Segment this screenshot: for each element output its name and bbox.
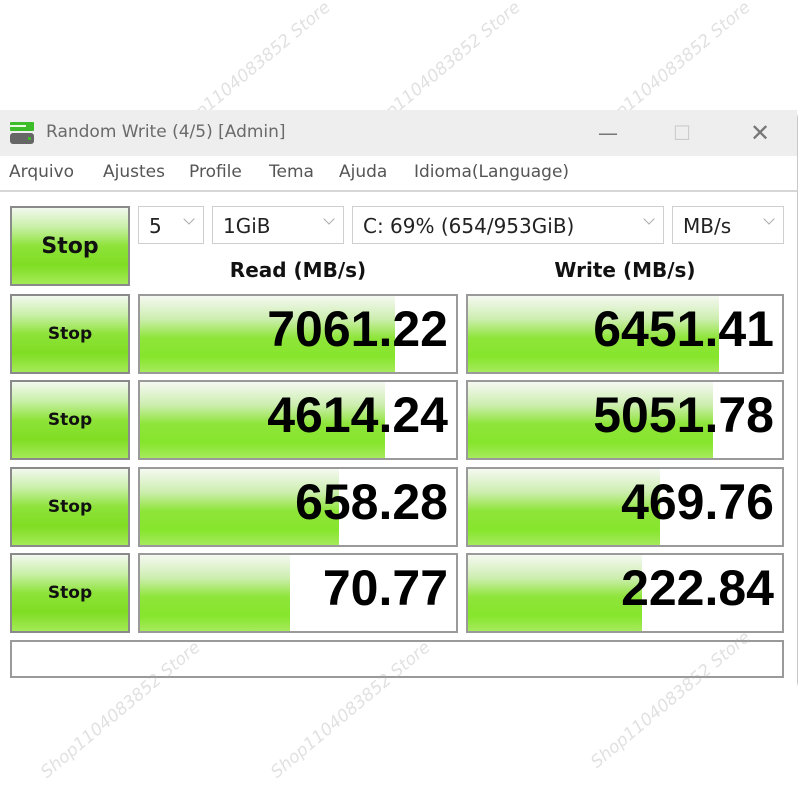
stop-row-button[interactable]: Stop	[10, 553, 130, 633]
read-result-meter: 7061.22	[138, 294, 458, 374]
stop-row-button[interactable]: Stop	[10, 467, 130, 547]
menu-profile[interactable]: Profile	[189, 162, 242, 182]
stop-row-button[interactable]: Stop	[10, 294, 130, 374]
chevron-down-icon	[325, 215, 335, 225]
chevron-down-icon	[185, 215, 195, 225]
write-value: 6451.41	[593, 301, 774, 357]
menu-arquivo[interactable]: Arquivo	[9, 162, 74, 182]
read-result-meter: 658.28	[138, 467, 458, 547]
status-bar	[10, 640, 784, 678]
menu-idioma[interactable]: Idioma(Language)	[414, 162, 569, 182]
minimize-button[interactable]: —	[586, 118, 630, 148]
read-result-meter: 70.77	[138, 553, 458, 633]
unit-value: MB/s	[683, 214, 732, 238]
menu-ajustes[interactable]: Ajustes	[103, 162, 165, 182]
read-result-meter: 4614.24	[138, 380, 458, 460]
write-value: 222.84	[621, 560, 774, 616]
write-progress-fill	[468, 555, 643, 631]
close-button[interactable]: ✕	[738, 118, 782, 148]
benchmark-panel: Stop 5 1GiB C: 69% (654/953GiB) MB/s Rea…	[0, 192, 797, 690]
read-header: Read (MB/s)	[229, 258, 367, 282]
unit-select[interactable]: MB/s	[672, 206, 784, 244]
write-result-meter: 5051.78	[466, 380, 784, 460]
test-size-value: 1GiB	[223, 214, 271, 238]
write-result-meter: 469.76	[466, 467, 784, 547]
read-value: 4614.24	[267, 387, 448, 443]
app-window: Random Write (4/5) [Admin] — ☐ ✕ Arquivo…	[0, 110, 798, 690]
write-header: Write (MB/s)	[554, 258, 696, 282]
test-count-value: 5	[149, 214, 162, 238]
read-progress-fill	[140, 555, 291, 631]
write-value: 469.76	[621, 474, 774, 530]
drive-select[interactable]: C: 69% (654/953GiB)	[352, 206, 664, 244]
chevron-down-icon	[765, 215, 775, 225]
menu-tema[interactable]: Tema	[269, 162, 314, 182]
chevron-down-icon	[645, 215, 655, 225]
menu-bar: Arquivo Ajustes Profile Tema Ajuda Idiom…	[0, 156, 797, 192]
stop-row-button[interactable]: Stop	[10, 380, 130, 460]
title-bar: Random Write (4/5) [Admin] — ☐ ✕	[0, 110, 797, 156]
window-title: Random Write (4/5) [Admin]	[46, 122, 286, 142]
test-count-select[interactable]: 5	[138, 206, 204, 244]
menu-ajuda[interactable]: Ajuda	[339, 162, 387, 182]
drive-value: C: 69% (654/953GiB)	[363, 214, 575, 238]
read-value: 658.28	[295, 474, 448, 530]
read-value: 70.77	[322, 560, 448, 616]
read-value: 7061.22	[267, 301, 448, 357]
drive-app-icon	[10, 122, 36, 146]
write-result-meter: 6451.41	[466, 294, 784, 374]
write-value: 5051.78	[593, 387, 774, 443]
stop-all-button[interactable]: Stop	[10, 206, 130, 286]
write-result-meter: 222.84	[466, 553, 784, 633]
test-size-select[interactable]: 1GiB	[212, 206, 344, 244]
maximize-button[interactable]: ☐	[660, 118, 704, 148]
